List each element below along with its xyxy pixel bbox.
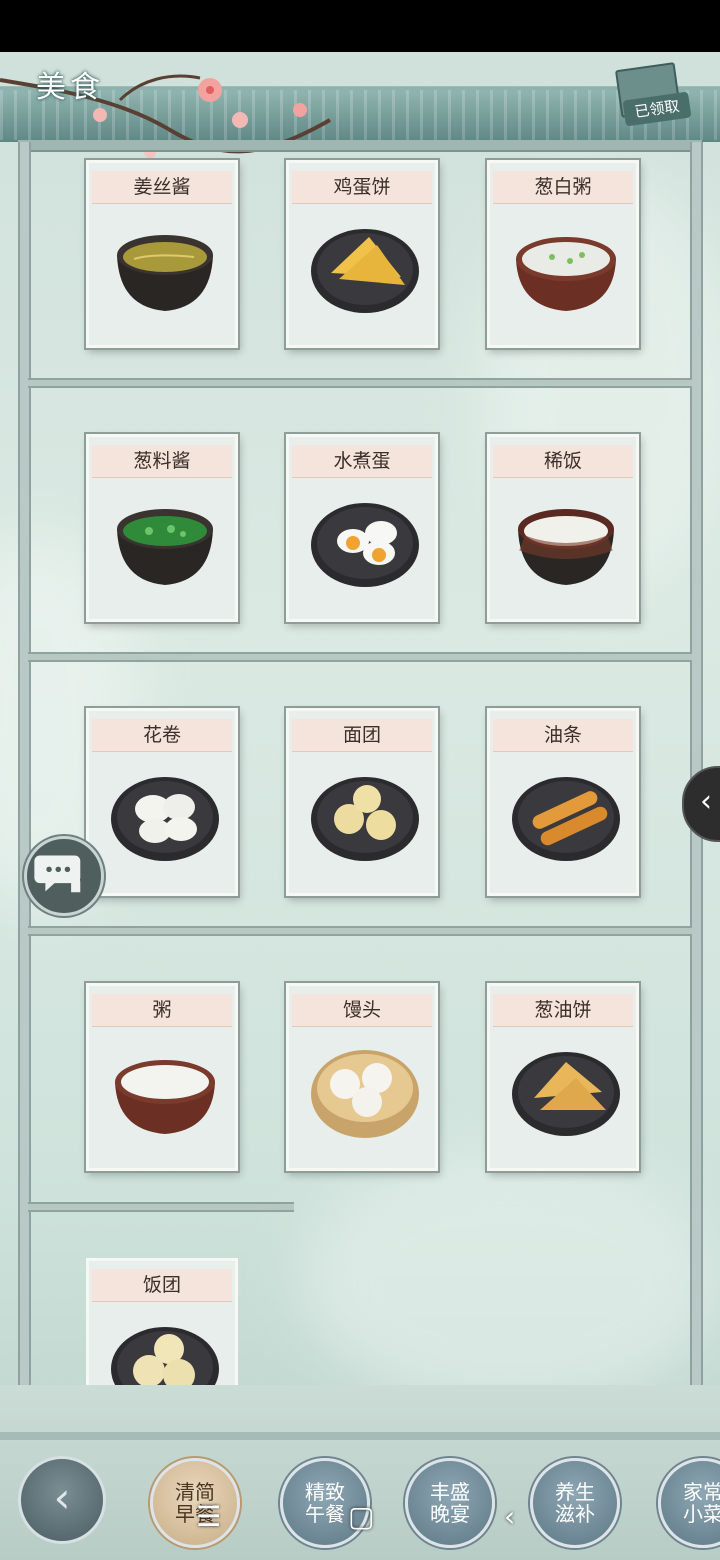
shelf-rail [28, 926, 692, 936]
food-card[interactable]: 稀饭 [487, 434, 639, 630]
card-frame: 葱油饼 [487, 983, 639, 1171]
shelf-post-left [18, 142, 31, 1442]
tab-label: 家常小菜 [683, 1480, 720, 1526]
shelf-rail [28, 652, 692, 662]
dish-image [311, 229, 419, 313]
system-back-icon[interactable]: ‹ [504, 1500, 515, 1533]
dish-image [117, 235, 213, 311]
bottom-rail [0, 1432, 720, 1440]
tab-label: 养生滋补 [555, 1480, 595, 1526]
dish-image [311, 503, 419, 587]
food-name: 馒头 [292, 994, 432, 1027]
dish-image [311, 777, 419, 861]
dish-image [111, 777, 219, 861]
food-name: 花卷 [92, 719, 232, 752]
food-card[interactable]: 面团 [286, 708, 438, 904]
tab-meal-category[interactable]: 清简早餐 [150, 1458, 240, 1548]
system-home-icon[interactable]: ▢ [348, 1500, 374, 1533]
shelf-top-beam [18, 140, 702, 152]
dish-image [518, 509, 614, 585]
food-name: 饭团 [92, 1269, 232, 1302]
food-card[interactable]: 粥 [86, 983, 238, 1179]
food-card[interactable]: 馒头 [286, 983, 438, 1179]
reward-claimed-badge[interactable]: 已领取 [612, 62, 692, 127]
tab-meal-category[interactable]: 丰盛晚宴 [405, 1458, 495, 1548]
card-frame: 稀饭 [487, 434, 639, 622]
card-frame: 葱料酱 [86, 434, 238, 622]
food-name: 葱油饼 [493, 994, 633, 1027]
food-card[interactable]: 花卷 [86, 708, 238, 904]
card-frame: 葱白粥 [487, 160, 639, 348]
card-frame: 水煮蛋 [286, 434, 438, 622]
food-card[interactable]: 水煮蛋 [286, 434, 438, 630]
dish-image [311, 1050, 419, 1138]
card-frame: 姜丝酱 [86, 160, 238, 348]
card-frame: 饭团 [86, 1258, 238, 1385]
tab-meal-category[interactable]: 养生滋补 [530, 1458, 620, 1548]
dish-image [516, 237, 616, 311]
tab-label: 精致午餐 [305, 1480, 345, 1526]
chat-bubble-icon[interactable] [24, 836, 104, 916]
food-card[interactable]: 鸡蛋饼 [286, 160, 438, 356]
card-frame: 粥 [86, 983, 238, 1171]
food-card[interactable]: 葱白粥 [487, 160, 639, 356]
card-frame: 鸡蛋饼 [286, 160, 438, 348]
food-card[interactable]: 油条 [487, 708, 639, 904]
dish-image [111, 1327, 219, 1385]
status-bar [0, 0, 720, 52]
bottom-tab-bar [0, 1385, 720, 1560]
card-frame: 面团 [286, 708, 438, 896]
food-card[interactable]: 葱料酱 [86, 434, 238, 630]
page-title: 美食 [36, 70, 104, 105]
tab-label: 丰盛晚宴 [430, 1480, 470, 1526]
food-card[interactable]: 姜丝酱 [86, 160, 238, 356]
system-menu-icon[interactable]: ☰ [196, 1500, 221, 1533]
dish-image [512, 777, 620, 861]
food-name: 稀饭 [493, 445, 633, 478]
shelf-rail [28, 1202, 294, 1212]
food-name: 粥 [92, 994, 232, 1027]
dish-image [117, 509, 213, 585]
food-card[interactable]: 葱油饼 [487, 983, 639, 1179]
card-frame: 馒头 [286, 983, 438, 1171]
dish-image [512, 1052, 620, 1136]
card-frame: 花卷 [86, 708, 238, 896]
food-name: 葱料酱 [92, 445, 232, 478]
food-card[interactable]: 饭团 [86, 1258, 238, 1385]
food-name: 鸡蛋饼 [292, 171, 432, 204]
food-name: 姜丝酱 [92, 171, 232, 204]
shelf-rail [28, 378, 692, 388]
food-name: 面团 [292, 719, 432, 752]
dish-image [115, 1060, 215, 1134]
card-frame: 油条 [487, 708, 639, 896]
food-name: 水煮蛋 [292, 445, 432, 478]
back-arrow-icon[interactable]: ‹ [18, 1456, 106, 1544]
food-name: 葱白粥 [493, 171, 633, 204]
food-name: 油条 [493, 719, 633, 752]
